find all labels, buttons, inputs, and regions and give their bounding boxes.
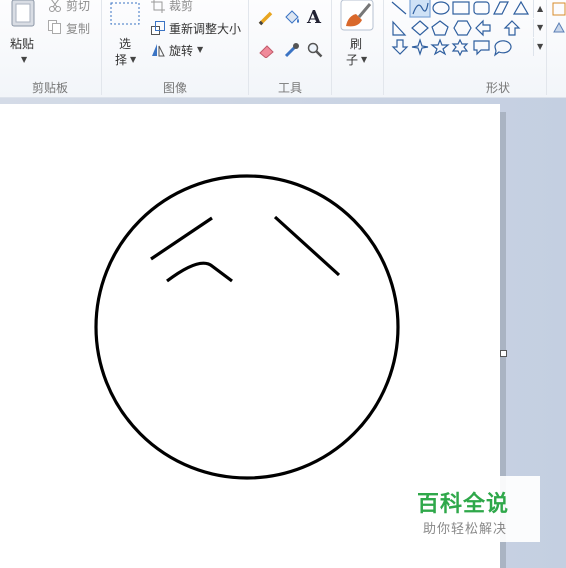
paste-label: 粘贴 — [10, 37, 35, 51]
chevron-down-icon: ▼ — [197, 45, 204, 54]
cut-label: 剪切 — [66, 0, 91, 13]
crop-label: 裁剪 — [169, 0, 194, 13]
divider — [248, 0, 249, 95]
image-group-label: 图像 — [162, 81, 187, 95]
cut-button[interactable]: 剪切 — [48, 0, 98, 15]
magnifier-icon[interactable] — [307, 42, 323, 58]
outline-icon[interactable] — [552, 2, 566, 16]
crop-button[interactable]: 裁剪 — [151, 0, 211, 15]
fill-bucket-icon[interactable] — [283, 9, 301, 27]
rotate-button[interactable]: 旋转 ▼ — [151, 41, 211, 59]
selection-rectangle-icon — [110, 2, 140, 25]
scissors-icon — [49, 0, 61, 12]
eraser-icon[interactable] — [258, 42, 276, 58]
clipboard-icon — [11, 0, 35, 27]
resize-label: 重新调整大小 — [169, 22, 242, 36]
resize-button[interactable]: 重新调整大小 — [151, 19, 246, 37]
chevron-down-icon: ▼ — [21, 55, 28, 64]
rotate-icon — [152, 44, 165, 57]
divider — [383, 0, 384, 95]
chevron-up-icon: ▲ — [537, 4, 544, 13]
color-picker-icon[interactable] — [283, 41, 301, 59]
watermark-title: 百科全说 — [417, 492, 510, 517]
select-label-1: 选 — [119, 37, 132, 51]
left-eye — [166, 261, 233, 283]
brushes-label-1: 刷 — [350, 37, 363, 51]
shapes-gallery[interactable] — [388, 0, 533, 58]
chevron-down-icon: ▼ — [130, 55, 137, 64]
resize-icon — [151, 21, 165, 35]
more-icon: ▼ — [537, 42, 544, 51]
scroll-down-button[interactable]: ▼ — [533, 19, 546, 37]
chevron-down-icon: ▼ — [537, 23, 544, 32]
copy-icon — [48, 20, 61, 34]
divider — [546, 0, 547, 95]
paste-button[interactable]: 粘贴 ▼ — [2, 0, 42, 70]
select-label-2: 择 — [115, 53, 128, 67]
shapes-group-label: 形状 — [485, 81, 510, 95]
text-tool-icon[interactable]: A — [307, 7, 321, 28]
pencil-icon[interactable] — [258, 10, 274, 26]
ribbon: 粘贴 ▼ 剪切 复制 剪贴板 选 择 ▼ 裁剪 重新调整大小 旋转 ▼ 图像 A… — [0, 0, 566, 98]
copy-label: 复制 — [66, 22, 91, 36]
clipboard-group-label: 剪贴板 — [31, 81, 68, 95]
watermark: 百科全说 助你轻松解决 — [407, 476, 540, 542]
brushes-button[interactable]: 刷 子 ▼ — [337, 0, 377, 72]
divider — [101, 0, 102, 95]
brushes-label-2: 子 — [346, 53, 359, 67]
select-button[interactable]: 选 择 ▼ — [106, 0, 144, 72]
tools-group-label: 工具 — [277, 81, 302, 95]
left-eyebrow — [150, 216, 213, 261]
crop-icon — [151, 0, 165, 13]
divider — [331, 0, 332, 95]
resize-handle[interactable] — [500, 350, 507, 357]
right-eyebrow — [273, 215, 341, 277]
watermark-subtitle: 助你轻松解决 — [423, 522, 508, 537]
chevron-down-icon: ▼ — [361, 55, 368, 64]
brush-icon — [340, 0, 374, 31]
copy-button[interactable]: 复制 — [48, 19, 98, 37]
scroll-up-button[interactable]: ▲ — [533, 0, 546, 18]
rotate-label: 旋转 — [169, 44, 194, 58]
face-outline — [94, 174, 400, 480]
fill-icon[interactable] — [552, 20, 566, 34]
gallery-more-button[interactable]: ▼ — [533, 38, 546, 56]
